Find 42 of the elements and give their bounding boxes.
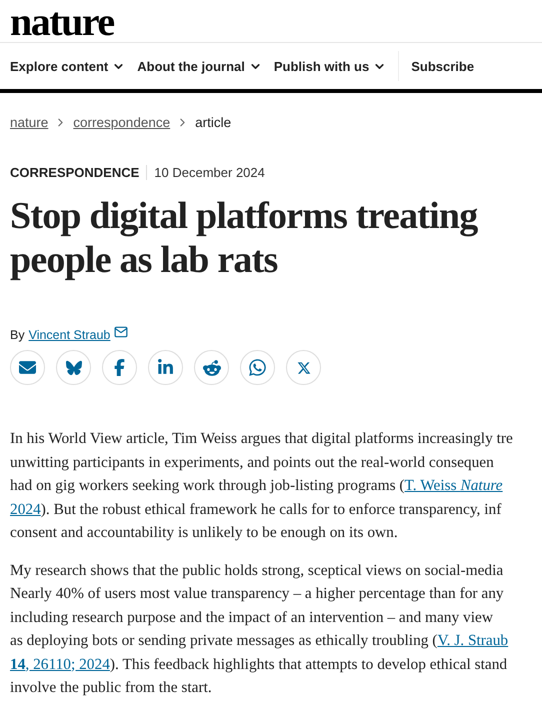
nav-menu-item[interactable]: Publish with us (274, 51, 398, 81)
body-text: involve the public from the start. (10, 678, 212, 698)
share-button[interactable] (194, 350, 229, 385)
share-button[interactable] (148, 350, 183, 385)
body-text: consent and accountability is unlikely to be enough on its own. (10, 523, 398, 543)
linkedin-icon (157, 359, 174, 376)
whatsapp-icon (248, 358, 267, 377)
envelope-icon (19, 359, 36, 376)
body-text: unwitting participants in experiments, and points out the real-world consequen (10, 452, 494, 472)
share-button[interactable] (102, 350, 137, 385)
article-type: CORRESPONDENCE (10, 165, 148, 180)
citation-link[interactable]: 2024 (10, 498, 41, 521)
butterfly-icon (66, 360, 82, 376)
body-text: ). But the robust ethical framework he calls for to enforce transparency, inf (40, 500, 502, 520)
publish-date: 10 December 2024 (153, 165, 265, 180)
reddit-icon (202, 358, 220, 376)
citation-link[interactable]: T. Weiss Nature (404, 474, 503, 498)
breadcrumb-link[interactable]: correspondence (73, 114, 170, 130)
body-text: My research shows that the public holds strong, sceptical views on social-media (10, 560, 504, 580)
breadcrumb-link[interactable]: nature (10, 114, 48, 130)
share-button[interactable] (56, 350, 91, 385)
share-button[interactable] (10, 350, 45, 385)
x-icon (296, 360, 310, 374)
body-text: had on gig workers seeking work through job-listing programs ( (10, 476, 405, 496)
body-text: as deploying bots or sending private messages as ethically troubling ( (10, 631, 438, 651)
site-logo[interactable]: nature (10, 2, 114, 42)
citation-link[interactable]: 14, 26110; 2024 (10, 652, 110, 676)
nav-menu-item[interactable]: Subscribe (398, 51, 486, 81)
body-text: including research purpose and the impact of an intervention – and many view (10, 608, 493, 628)
body-text: Nearly 40% of users most value transparency – a higher percentage than for any (10, 584, 504, 604)
nav-menu-item[interactable]: About the journal (137, 51, 274, 81)
citation-link[interactable]: V. J. Straub (437, 629, 508, 652)
share-button[interactable] (240, 350, 275, 385)
author-link[interactable]: Vincent Straub (28, 328, 110, 342)
body-text: In his World View article, Tim Weiss argues that digital platforms increasingly tre (10, 429, 513, 449)
byline-prefix: By (10, 328, 25, 342)
share-button[interactable] (286, 350, 321, 385)
article-title: Stop digital platforms treating people as lab rats (10, 194, 479, 282)
breadcrumb-current: article (195, 114, 232, 130)
mail-icon[interactable] (114, 325, 128, 339)
nav-menu-item[interactable]: Explore content (10, 51, 138, 81)
body-text: ). This feedback highlights that attempts to develop ethical stand (110, 654, 508, 674)
